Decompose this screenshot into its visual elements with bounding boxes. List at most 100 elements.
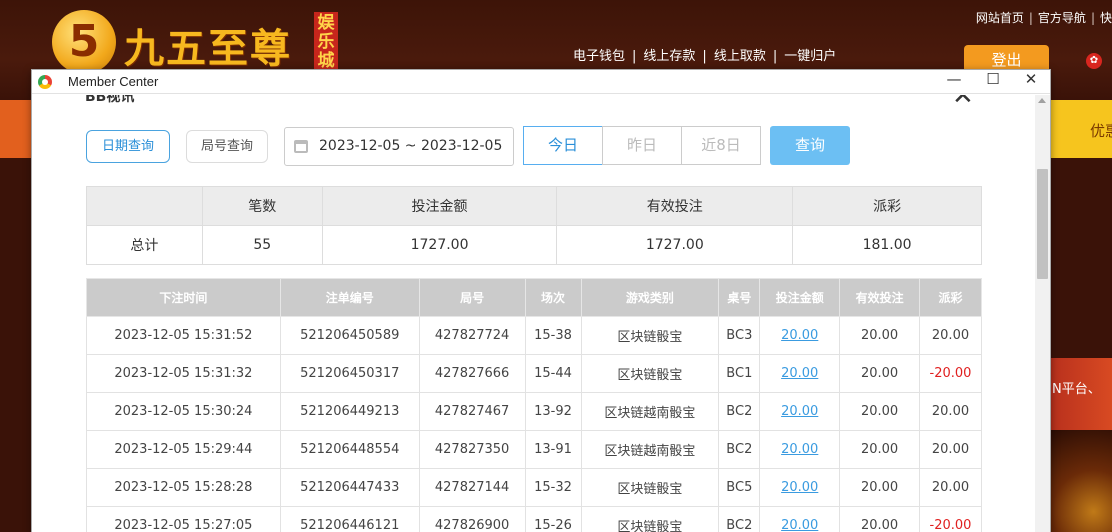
window-close-button[interactable]: ✕ — [1012, 70, 1050, 94]
bet-amount-link[interactable]: 20.00 — [759, 506, 841, 532]
logout-button[interactable]: 登出 — [964, 45, 1049, 71]
top-link-home[interactable]: 网站首页 — [976, 11, 1024, 25]
game-type-cell: 区块链越南骰宝 — [580, 392, 720, 431]
link-withdraw[interactable]: 线上取款 — [714, 49, 766, 64]
date-query-tab[interactable]: 日期查询 — [86, 130, 170, 163]
payout-cell: 20.00 — [919, 392, 982, 431]
valid-bet-cell: 20.00 — [839, 392, 921, 431]
table-id-cell: BC2 — [718, 392, 761, 431]
round-id-cell: 427827350 — [418, 430, 526, 469]
summary-cell: 1727.00 — [321, 225, 558, 265]
session-cell: 13-91 — [524, 430, 582, 469]
round-id-cell: 427827144 — [418, 468, 526, 507]
column-header: 投注金额 — [759, 278, 841, 317]
link-wallet[interactable]: 电子钱包 — [573, 49, 625, 64]
bet-id-cell: 521206449213 — [279, 392, 420, 431]
top-link-nav[interactable]: 官方导航 — [1038, 11, 1086, 25]
bet-amount-link[interactable]: 20.00 — [759, 392, 841, 431]
valid-bet-cell: 20.00 — [839, 468, 921, 507]
summary-cell: 总计 — [86, 225, 203, 265]
session-cell: 15-38 — [524, 316, 582, 355]
hk-flag-icon[interactable]: ✿ — [1086, 53, 1102, 69]
site-logo-text[interactable]: 九五至尊 — [124, 16, 292, 74]
summary-header-row: 笔数 投注金额 有效投注 派彩 — [86, 186, 982, 226]
maximize-button[interactable]: ☐ — [974, 70, 1012, 94]
valid-bet-cell: 20.00 — [839, 354, 921, 393]
window-titlebar[interactable]: Member Center — ☐ ✕ — [32, 70, 1050, 94]
scroll-up-icon[interactable] — [1038, 98, 1046, 103]
minimize-button[interactable]: — — [935, 70, 973, 94]
panel-close-icon[interactable]: ✕ — [952, 95, 974, 111]
bet-amount-link[interactable]: 20.00 — [759, 316, 841, 355]
column-header: 有效投注 — [839, 278, 921, 317]
yesterday-button[interactable]: 昨日 — [602, 126, 682, 165]
top-link-more[interactable]: 快 — [1100, 11, 1112, 25]
scrollbar[interactable] — [1035, 95, 1050, 532]
round-id-cell: 427826900 — [418, 506, 526, 532]
today-button[interactable]: 今日 — [523, 126, 603, 165]
detail-header-row: 下注时间 注单编号 局号 场次 游戏类别 桌号 投注金额 有效投注 派彩 — [86, 278, 982, 317]
summary-cell: 181.00 — [792, 225, 982, 265]
session-cell: 15-44 — [524, 354, 582, 393]
table-id-cell: BC3 — [718, 316, 761, 355]
summary-header-cell — [86, 186, 203, 226]
query-button[interactable]: 查询 — [770, 126, 850, 165]
separator: | — [702, 49, 707, 64]
summary-total-row: 总计 55 1727.00 1727.00 181.00 — [86, 225, 982, 265]
valid-bet-cell: 20.00 — [839, 506, 921, 532]
table-row: 2023-12-05 15:31:32 521206450317 427827666… — [86, 354, 982, 393]
link-deposit[interactable]: 线上存款 — [643, 49, 695, 64]
game-type-cell: 区块链骰宝 — [580, 354, 720, 393]
summary-header-cell: 派彩 — [792, 186, 982, 226]
link-consolidate[interactable]: 一键归户 — [784, 49, 836, 64]
summary-table: 笔数 投注金额 有效投注 派彩 总计 55 1727.00 1727.00 18… — [86, 186, 982, 265]
bet-id-cell: 521206450317 — [279, 354, 420, 393]
site-logo-icon[interactable]: 5 — [52, 10, 116, 74]
valid-bet-cell: 20.00 — [839, 430, 921, 469]
game-type-cell: 区块链越南骰宝 — [580, 430, 720, 469]
promo-art-image — [1050, 430, 1112, 532]
promo-text: N平台、 — [1052, 382, 1101, 397]
table-id-cell: BC2 — [718, 506, 761, 532]
top-links: 网站首页 | 官方导航 | 快 — [976, 9, 1112, 26]
bet-id-cell: 521206447433 — [279, 468, 420, 507]
session-cell: 15-32 — [524, 468, 582, 507]
separator: | — [772, 49, 778, 64]
separator: | — [632, 49, 637, 64]
payout-cell: 20.00 — [919, 430, 982, 469]
separator: | — [1028, 11, 1033, 25]
scrollbar-thumb[interactable] — [1037, 169, 1048, 279]
game-type-cell: 区块链骰宝 — [580, 506, 720, 532]
game-type-cell: 区块链骰宝 — [580, 316, 720, 355]
payout-cell: -20.00 — [919, 354, 982, 393]
bet-time-cell: 2023-12-05 15:31:52 — [86, 316, 281, 355]
bet-id-cell: 521206450589 — [279, 316, 420, 355]
table-row: 2023-12-05 15:31:52 521206450589 427827724… — [86, 316, 982, 355]
session-cell: 13-92 — [524, 392, 582, 431]
bet-time-cell: 2023-12-05 15:30:24 — [86, 392, 281, 431]
bet-amount-link[interactable]: 20.00 — [759, 468, 841, 507]
table-id-cell: BC2 — [718, 430, 761, 469]
game-type-cell: 区块链骰宝 — [580, 468, 720, 507]
window-title: Member Center — [68, 74, 159, 89]
nav-promo-link[interactable]: 优惠 — [1090, 120, 1112, 141]
separator: | — [1090, 11, 1095, 25]
table-id-cell: BC5 — [718, 468, 761, 507]
payout-cell: 20.00 — [919, 468, 982, 507]
bet-amount-link[interactable]: 20.00 — [759, 430, 841, 469]
payout-cell: -20.00 — [919, 506, 982, 532]
last-8-days-button[interactable]: 近8日 — [681, 126, 761, 165]
bet-id-cell: 521206446121 — [279, 506, 420, 532]
calendar-icon — [294, 140, 308, 153]
column-header: 派彩 — [919, 278, 982, 317]
summary-cell: 55 — [201, 225, 323, 265]
bet-amount-link[interactable]: 20.00 — [759, 354, 841, 393]
round-query-tab[interactable]: 局号查询 — [186, 130, 268, 163]
date-range-picker[interactable]: 2023-12-05 ~ 2023-12-05 — [284, 127, 514, 166]
account-links: 电子钱包 | 线上存款 | 线上取款 | 一键归户 — [573, 45, 836, 64]
detail-body: 2023-12-05 15:31:52 521206450589 427827724… — [86, 316, 982, 532]
column-header: 桌号 — [718, 278, 761, 317]
round-id-cell: 427827666 — [418, 354, 526, 393]
column-header: 注单编号 — [279, 278, 420, 317]
column-header: 局号 — [418, 278, 526, 317]
